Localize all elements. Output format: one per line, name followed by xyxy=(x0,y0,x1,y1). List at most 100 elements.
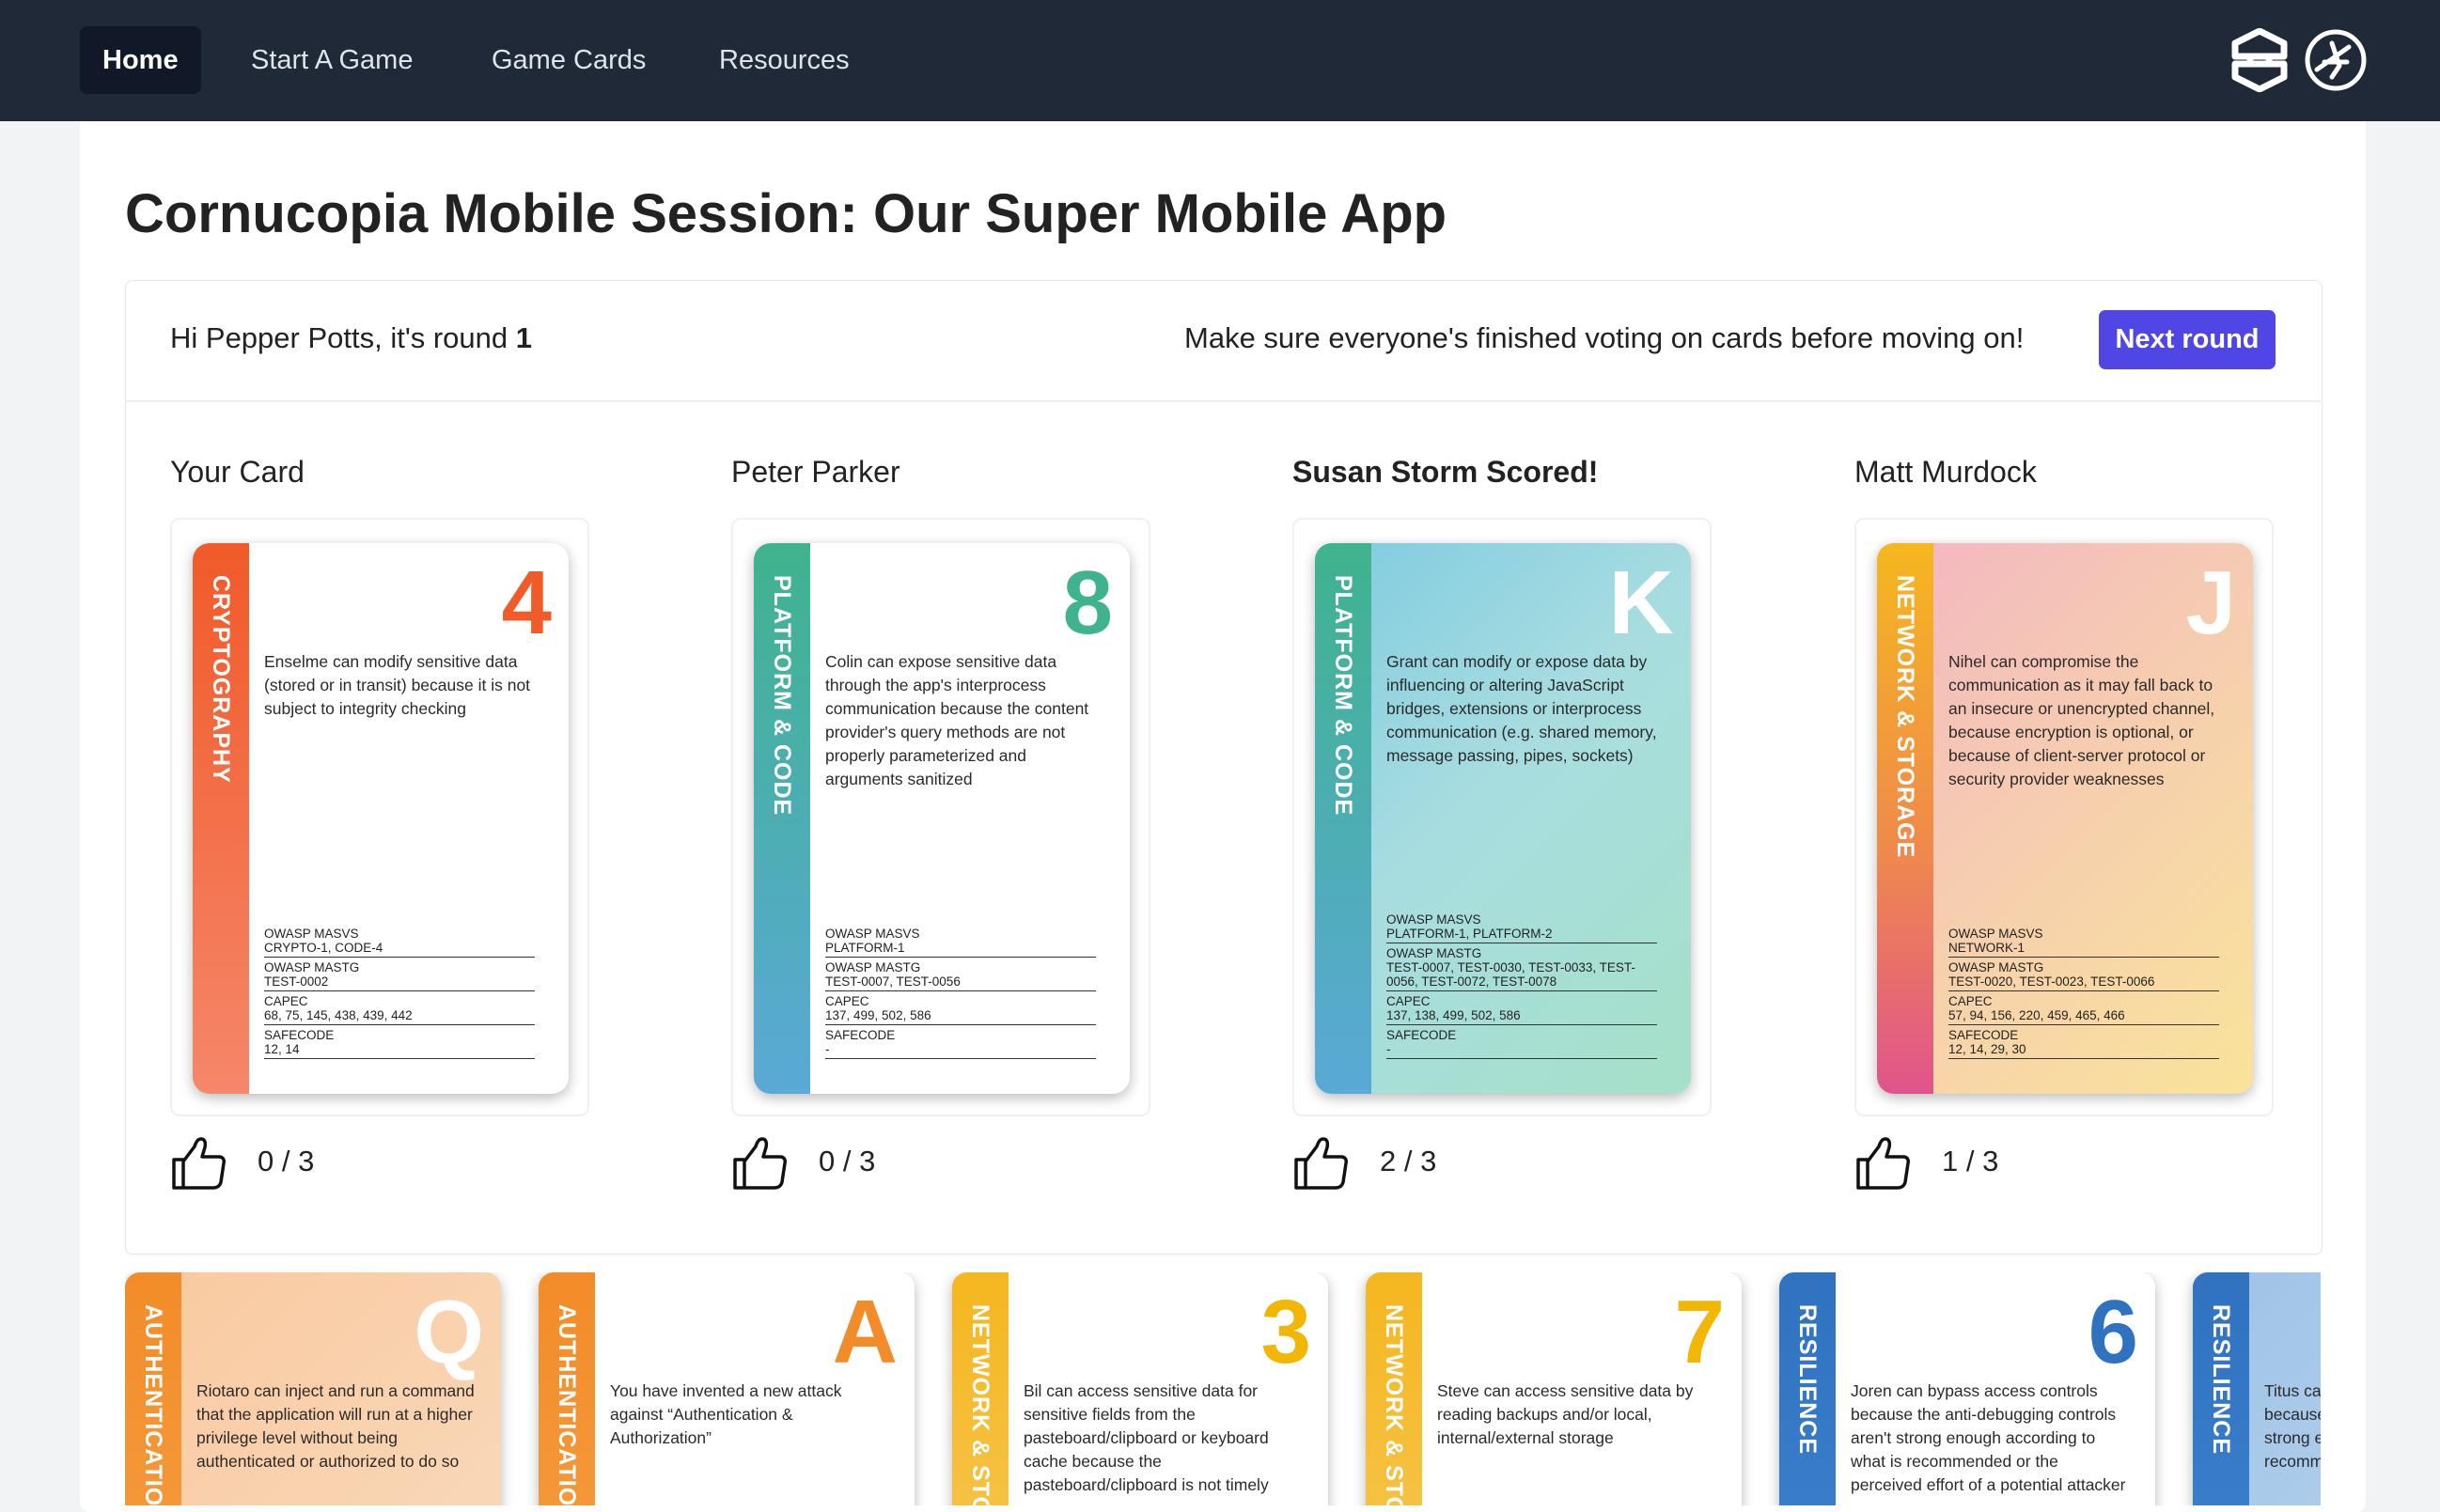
top-navbar: Home Start A Game Game Cards Resources xyxy=(0,0,2440,121)
card-ref-label: SAFECODE xyxy=(1948,1028,2019,1042)
hand-card[interactable]: RESILIENCE 6 Joren can bypass access contr… xyxy=(1779,1272,2155,1505)
vote-count: 0 / 3 xyxy=(819,1145,876,1177)
card-suit-label: RESILIENCE xyxy=(1794,1304,1821,1456)
hand-card[interactable]: NETWORK & STORAGE 7 Steve can access sensi… xyxy=(1366,1272,1742,1505)
card-suit-label: CRYPTOGRAPHY xyxy=(208,575,234,784)
card-ref-label: OWASP MASTG xyxy=(825,960,921,974)
card-ref-value: NETWORK-1 xyxy=(1948,941,2219,958)
card-value: 4 xyxy=(501,553,552,653)
card-suit-label: PLATFORM & CODE xyxy=(769,575,795,817)
card-value: 3 xyxy=(1260,1282,1311,1382)
card-ref-label: SAFECODE xyxy=(825,1028,896,1042)
card-ref-value: 12, 14 xyxy=(264,1042,535,1059)
card-ref-label: OWASP MASVS xyxy=(825,927,920,941)
card-ref-value: PLATFORM-1 xyxy=(825,941,1096,958)
card-description: Bil can access sensitive data for sensit… xyxy=(1024,1381,1269,1494)
card-ref-label: CAPEC xyxy=(1948,994,1993,1008)
card-references: OWASP MASVS PLATFORM-1 OWASP MASTG TEST-000… xyxy=(825,927,1096,1062)
card-ref-value: TEST-0007, TEST-0056 xyxy=(825,974,1096,991)
card-references: OWASP MASVS CRYPTO-1, CODE-4 OWASP MASTG TE… xyxy=(264,927,535,1062)
card-description: Nihel can compromise the communication a… xyxy=(1948,652,2215,788)
card-suit-label: NETWORK & STORAGE xyxy=(1892,575,1918,859)
vote-count: 0 / 3 xyxy=(258,1145,315,1177)
card-value: K xyxy=(1608,553,1674,653)
card-references: OWASP MASVS NETWORK-1 OWASP MASTG TEST-0020… xyxy=(1948,927,2219,1062)
card-description: Joren can bypass access controls because… xyxy=(1851,1381,2126,1494)
player-name: Your Card xyxy=(170,455,305,489)
card-ref-value: - xyxy=(1386,1042,1657,1059)
card-value: 8 xyxy=(1062,553,1113,653)
nav-resources-link[interactable]: Resources xyxy=(696,26,872,94)
player-name-scored: Susan Storm Scored! xyxy=(1292,455,1599,489)
card-ref-value: TEST-0007, TEST-0030, TEST-0033, TEST-00… xyxy=(1386,960,1657,991)
card-ref-label: OWASP MASVS xyxy=(1948,927,2043,941)
card-value: A xyxy=(832,1282,898,1382)
card-description: You have invented a new attack against “… xyxy=(610,1381,842,1447)
card-suit-label: AUTHENTICATION xyxy=(554,1304,580,1505)
thumbs-up-icon[interactable] xyxy=(1854,1135,1911,1192)
card-ref-value: 137, 499, 502, 586 xyxy=(825,1008,1096,1025)
card-value: J xyxy=(2185,553,2236,653)
card-value: 7 xyxy=(1674,1282,1725,1382)
card-ref-value: PLATFORM-1, PLATFORM-2 xyxy=(1386,927,1657,943)
card-ref-value: 68, 75, 145, 438, 439, 442 xyxy=(264,1008,535,1025)
played-card[interactable]: PLATFORM & CODE 8 Colin can expose sensiti… xyxy=(754,543,1130,1094)
played-card[interactable]: NETWORK & STORAGE J Nihel can compromise t… xyxy=(1877,543,2253,1094)
card-description: Titus can bypass security functions beca… xyxy=(2264,1381,2321,1471)
thumbs-up-icon[interactable] xyxy=(170,1135,227,1192)
card-ref-value: 137, 138, 499, 502, 586 xyxy=(1386,1008,1657,1025)
card-ref-value: - xyxy=(825,1042,1096,1059)
round-number: 1 xyxy=(515,321,533,354)
card-references: OWASP MASVS PLATFORM-1, PLATFORM-2 OWASP M… xyxy=(1386,912,1657,1062)
vote-count: 2 / 3 xyxy=(1380,1145,1437,1177)
card-ref-label: OWASP MASTG xyxy=(1948,960,2044,974)
hand-card[interactable]: AUTHENTICATION Q Riotaro can inject and ru… xyxy=(125,1272,501,1505)
page-title: Cornucopia Mobile Session: Our Super Mob… xyxy=(125,183,1447,244)
next-round-button[interactable]: Next round xyxy=(2099,310,2276,369)
card-value: Q xyxy=(414,1282,484,1382)
card-description: Grant can modify or expose data by influ… xyxy=(1386,652,1657,765)
card-value: 6 xyxy=(2088,1282,2138,1382)
card-ref-label: OWASP MASTG xyxy=(264,960,360,974)
card-suit-label: AUTHENTICATION xyxy=(140,1304,166,1505)
card-ref-value: TEST-0020, TEST-0023, TEST-0066 xyxy=(1948,974,2219,991)
card-suit-label: NETWORK & STORAGE xyxy=(1381,1304,1407,1505)
hand-card[interactable]: NETWORK & STORAGE 3 Bil can access sensiti… xyxy=(952,1272,1328,1505)
card-ref-label: OWASP MASVS xyxy=(1386,912,1481,927)
player-hand: AUTHENTICATION Q Riotaro can inject and ru… xyxy=(125,1272,2321,1505)
played-card[interactable]: CRYPTOGRAPHY 4 Enselme can modify sensitiv… xyxy=(193,543,569,1094)
card-suit-label: NETWORK & STORAGE xyxy=(967,1304,993,1505)
card-suit-label: PLATFORM & CODE xyxy=(1330,575,1356,817)
card-description: Riotaro can inject and run a command tha… xyxy=(196,1381,475,1471)
thumbs-up-icon[interactable] xyxy=(1292,1135,1349,1192)
greeting-text: Hi Pepper Potts, it's round xyxy=(170,321,516,354)
played-card[interactable]: PLATFORM & CODE K Grant can modify or expo… xyxy=(1315,543,1691,1094)
card-ref-label: SAFECODE xyxy=(1386,1028,1457,1042)
voting-hint: Make sure everyone's finished voting on … xyxy=(1184,321,2025,354)
vote-count: 1 / 3 xyxy=(1942,1145,1999,1177)
card-description: Colin can expose sensitive data through … xyxy=(825,652,1089,788)
nav-game-cards-link[interactable]: Game Cards xyxy=(469,26,668,94)
s-logo-icon[interactable] xyxy=(2229,28,2290,92)
player-name: Matt Murdock xyxy=(1854,455,2037,489)
panel-divider xyxy=(125,400,2321,402)
nav-start-game-link[interactable]: Start A Game xyxy=(228,26,435,94)
card-ref-label: CAPEC xyxy=(1386,994,1431,1008)
card-ref-value: CRYPTO-1, CODE-4 xyxy=(264,941,535,958)
owasp-logo-icon[interactable] xyxy=(2304,28,2368,92)
card-suit-label: RESILIENCE xyxy=(2208,1304,2234,1456)
card-ref-label: CAPEC xyxy=(264,994,308,1008)
nav-home-link[interactable]: Home xyxy=(80,26,201,94)
card-description: Steve can access sensitive data by readi… xyxy=(1437,1381,1694,1447)
card-ref-value: TEST-0002 xyxy=(264,974,535,991)
card-ref-label: CAPEC xyxy=(825,994,869,1008)
thumbs-up-icon[interactable] xyxy=(731,1135,788,1192)
card-description: Enselme can modify sensitive data (store… xyxy=(264,652,531,718)
hand-card[interactable]: AUTHENTICATION A You have invented a new a… xyxy=(539,1272,915,1505)
hand-card[interactable]: RESILIENCE Titus can bypass security func… xyxy=(2193,1272,2321,1505)
card-ref-value: 12, 14, 29, 30 xyxy=(1948,1042,2219,1059)
card-ref-label: OWASP MASVS xyxy=(264,927,359,941)
player-name: Peter Parker xyxy=(731,455,900,489)
card-ref-value: 57, 94, 156, 220, 459, 465, 466 xyxy=(1948,1008,2219,1025)
card-ref-label: SAFECODE xyxy=(264,1028,335,1042)
